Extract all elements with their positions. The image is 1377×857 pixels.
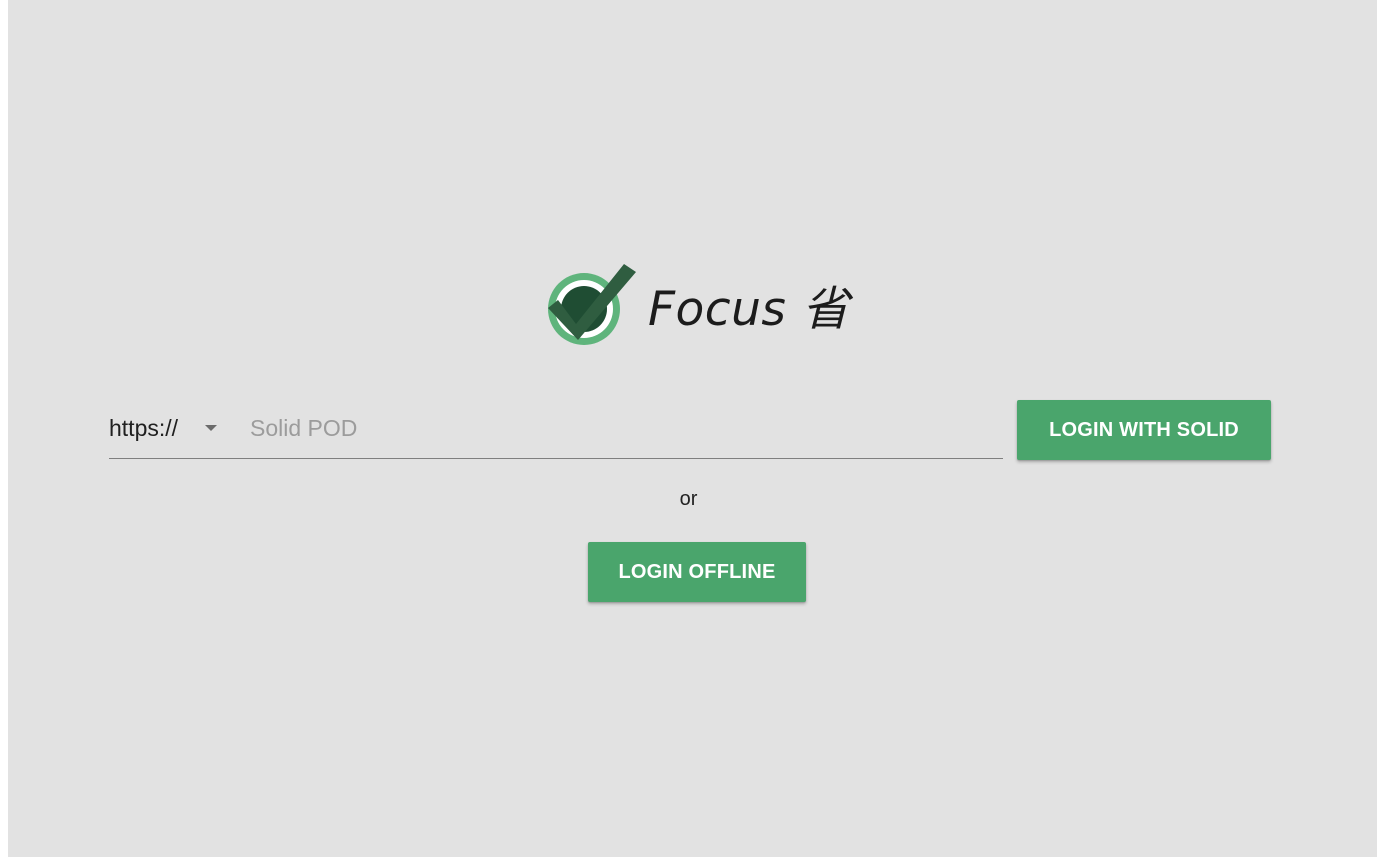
solid-login-row: https:// LOGIN WITH SOLID — [109, 398, 1273, 462]
app-title: Focus 省 — [648, 281, 850, 337]
login-page: Focus 省 https:// LOGIN WITH SOLID or LOG… — [8, 0, 1377, 857]
or-separator: or — [679, 488, 698, 510]
pod-field: https:// — [109, 398, 1003, 459]
protocol-value: https:// — [109, 414, 179, 441]
solid-pod-input[interactable] — [250, 410, 990, 446]
caret-down-icon[interactable] — [205, 425, 218, 431]
protocol-select[interactable]: https:// — [109, 412, 218, 444]
app-logo: Focus 省 — [540, 254, 849, 354]
login-with-solid-button[interactable]: LOGIN WITH SOLID — [1017, 400, 1271, 460]
login-offline-button[interactable]: LOGIN OFFLINE — [588, 542, 806, 602]
check-circle-logo-icon — [548, 264, 636, 345]
